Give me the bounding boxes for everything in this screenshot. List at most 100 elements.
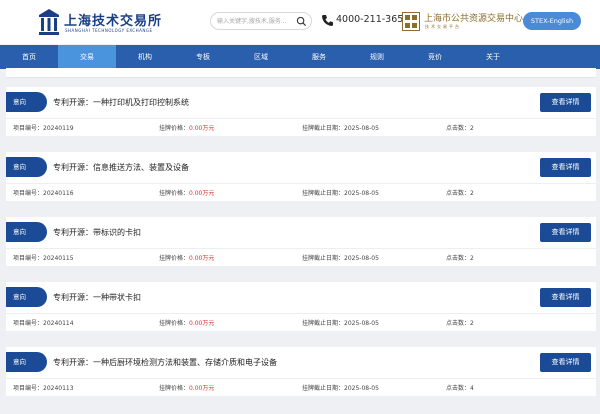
- card-divider: [6, 118, 596, 119]
- resource-center-logo-icon: [402, 12, 420, 31]
- partial-list-card: [6, 68, 596, 78]
- listing-title[interactable]: 专利开源：带标识的卡扣: [53, 227, 141, 238]
- nav-item-institutions[interactable]: 机构: [116, 45, 174, 69]
- deadline-label: 挂牌截止日期：: [302, 385, 345, 392]
- listing-price: 挂牌价格：0.00万元: [159, 383, 214, 392]
- view-details-button[interactable]: 查看详情: [540, 223, 591, 242]
- nav-item-rules[interactable]: 规则: [348, 45, 406, 69]
- search-icon[interactable]: [296, 16, 307, 27]
- price-value: 0.00万元: [189, 385, 215, 392]
- view-details-button[interactable]: 查看详情: [540, 288, 591, 307]
- click-count-label: 点击数：: [446, 385, 471, 392]
- nav-item-about[interactable]: 关于: [464, 45, 522, 69]
- listing-title[interactable]: 专利开源：一种后厨环境检测方法和装置、存储介质和电子设备: [53, 357, 277, 368]
- price-label: 挂牌价格：: [159, 320, 190, 327]
- view-details-button[interactable]: 查看详情: [540, 93, 591, 112]
- nav-item-home[interactable]: 首页: [0, 45, 58, 69]
- intent-tag: 意向: [6, 222, 47, 242]
- project-id: 项目编号：20240115: [13, 253, 74, 262]
- phone-icon: [322, 15, 333, 26]
- project-id-value: 20240113: [43, 385, 74, 392]
- deadline-value: 2025-08-05: [344, 190, 379, 197]
- site-logo[interactable]: 上海技术交易所 SHANGHAI TECHNOLOGY EXCHANGE: [38, 8, 161, 38]
- price-label: 挂牌价格：: [159, 385, 190, 392]
- listing-card: 意向 专利开源：一种带状卡扣 查看详情 项目编号：20240114 挂牌价格：0…: [6, 282, 596, 331]
- card-divider: [6, 313, 596, 314]
- price-value: 0.00万元: [189, 255, 215, 262]
- card-divider: [6, 378, 596, 379]
- nav-item-region[interactable]: 区域: [232, 45, 290, 69]
- click-count: 点击数：2: [446, 188, 474, 197]
- click-count: 点击数：2: [446, 253, 474, 262]
- intent-tag: 意向: [6, 157, 47, 177]
- view-details-button[interactable]: 查看详情: [540, 353, 591, 372]
- click-count-value: 4: [470, 385, 474, 392]
- view-details-button[interactable]: 查看详情: [540, 158, 591, 177]
- listing-deadline: 挂牌截止日期：2025-08-05: [302, 318, 379, 327]
- resource-center-subtitle: 技术交易平台: [425, 24, 461, 29]
- deadline-value: 2025-08-05: [344, 125, 379, 132]
- intent-tag: 意向: [6, 92, 47, 112]
- intent-tag: 意向: [6, 287, 47, 307]
- click-count-label: 点击数：: [446, 125, 471, 132]
- project-id-value: 20240114: [43, 320, 74, 327]
- project-id: 项目编号：20240116: [13, 188, 74, 197]
- main-nav: 首页 交易 机构 专板 区域 服务 规则 竞价 关于: [0, 45, 600, 69]
- nav-item-trade[interactable]: 交易: [58, 45, 116, 69]
- price-value: 0.00万元: [189, 125, 215, 132]
- listing-deadline: 挂牌截止日期：2025-08-05: [302, 123, 379, 132]
- project-id-value: 20240119: [43, 125, 74, 132]
- listing-title[interactable]: 专利开源：信息推送方法、装置及设备: [53, 162, 189, 173]
- logo-text: 上海技术交易所: [64, 14, 163, 29]
- project-id-value: 20240116: [43, 190, 74, 197]
- search-box[interactable]: [210, 12, 312, 30]
- click-count: 点击数：4: [446, 383, 474, 392]
- nav-item-services[interactable]: 服务: [290, 45, 348, 69]
- project-id: 项目编号：20240119: [13, 123, 74, 132]
- nav-item-bidding[interactable]: 竞价: [406, 45, 464, 69]
- logo-subtitle: SHANGHAI TECHNOLOGY EXCHANGE: [65, 28, 153, 33]
- price-label: 挂牌价格：: [159, 255, 190, 262]
- listing-deadline: 挂牌截止日期：2025-08-05: [302, 383, 379, 392]
- click-count-label: 点击数：: [446, 255, 471, 262]
- listing-card: 意向 专利开源：带标识的卡扣 查看详情 项目编号：20240115 挂牌价格：0…: [6, 217, 596, 266]
- listing-deadline: 挂牌截止日期：2025-08-05: [302, 188, 379, 197]
- price-value: 0.00万元: [189, 190, 215, 197]
- search-input[interactable]: [217, 15, 297, 28]
- price-label: 挂牌价格：: [159, 125, 190, 132]
- click-count-label: 点击数：: [446, 190, 471, 197]
- deadline-label: 挂牌截止日期：: [302, 320, 345, 327]
- project-id: 项目编号：20240114: [13, 318, 74, 327]
- price-value: 0.00万元: [189, 320, 215, 327]
- listing-title[interactable]: 专利开源：一种带状卡扣: [53, 292, 141, 303]
- listing-card: 意向 专利开源：一种后厨环境检测方法和装置、存储介质和电子设备 查看详情 项目编…: [6, 347, 596, 396]
- click-count: 点击数：2: [446, 123, 474, 132]
- project-id-label: 项目编号：: [13, 255, 44, 262]
- project-id: 项目编号：20240113: [13, 383, 74, 392]
- deadline-label: 挂牌截止日期：: [302, 190, 345, 197]
- card-divider: [6, 77, 596, 78]
- deadline-value: 2025-08-05: [344, 255, 379, 262]
- deadline-value: 2025-08-05: [344, 320, 379, 327]
- nav-item-special-board[interactable]: 专板: [174, 45, 232, 69]
- listing-price: 挂牌价格：0.00万元: [159, 318, 214, 327]
- click-count-value: 2: [470, 125, 474, 132]
- listing-price: 挂牌价格：0.00万元: [159, 188, 214, 197]
- intent-tag: 意向: [6, 352, 47, 372]
- click-count-value: 2: [470, 255, 474, 262]
- resource-center-name: 上海市公共资源交易中心: [424, 14, 524, 24]
- deadline-label: 挂牌截止日期：: [302, 125, 345, 132]
- project-id-value: 20240115: [43, 255, 74, 262]
- listing-title[interactable]: 专利开源：一种打印机及打印控制系统: [53, 97, 189, 108]
- deadline-label: 挂牌截止日期：: [302, 255, 345, 262]
- click-count-value: 2: [470, 320, 474, 327]
- click-count-value: 2: [470, 190, 474, 197]
- listing-deadline: 挂牌截止日期：2025-08-05: [302, 253, 379, 262]
- click-count-label: 点击数：: [446, 320, 471, 327]
- card-divider: [6, 183, 596, 184]
- english-language-button[interactable]: STEX-English: [523, 12, 581, 30]
- project-id-label: 项目编号：: [13, 190, 44, 197]
- listing-card: 意向 专利开源：信息推送方法、装置及设备 查看详情 项目编号：20240116 …: [6, 152, 596, 201]
- phone-number: 4000-211-365: [336, 14, 404, 25]
- listing-card: 意向 专利开源：一种打印机及打印控制系统 查看详情 项目编号：20240119 …: [6, 87, 596, 136]
